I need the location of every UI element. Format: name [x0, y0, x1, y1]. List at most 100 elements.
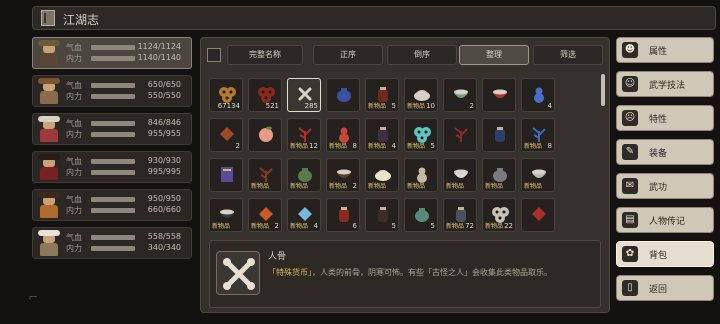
- sort-tab[interactable]: 完整名称: [227, 45, 303, 65]
- mp-bar: [91, 56, 135, 61]
- character-row[interactable]: 气血 846/846 内力 955/955: [32, 113, 192, 145]
- inventory-slot[interactable]: [443, 118, 477, 152]
- inventory-slot[interactable]: 6: [326, 198, 360, 232]
- inventory-slot[interactable]: 新物品: [365, 158, 399, 192]
- page-title: 江湖志: [63, 13, 100, 27]
- new-item-badge: 新物品: [290, 143, 309, 150]
- side-menu-button[interactable]: ▯ 返回: [616, 275, 714, 301]
- character-portrait-icon: [36, 116, 62, 142]
- hp-bar: [91, 121, 135, 126]
- inventory-slot[interactable]: 新物品 5: [365, 78, 399, 112]
- hp-bar: [91, 197, 135, 202]
- inventory-slot[interactable]: 新物品 12: [287, 118, 321, 152]
- inventory-slot[interactable]: 285: [287, 78, 321, 112]
- inventory-slot[interactable]: 新物品 10: [404, 78, 438, 112]
- inventory-slot[interactable]: [326, 78, 360, 112]
- side-menu-label: 返回: [649, 285, 668, 295]
- inventory-slot[interactable]: 4: [521, 78, 555, 112]
- inventory-slot[interactable]: 2: [443, 78, 477, 112]
- inventory-slot[interactable]: 新物品: [248, 158, 282, 192]
- mp-bar: [91, 208, 135, 213]
- hp-value: 950/950: [147, 194, 181, 203]
- sort-tab[interactable]: 筛选: [533, 45, 603, 65]
- item-tag: 「特殊货币」: [268, 268, 312, 277]
- inventory-slot[interactable]: 新物品: [443, 158, 477, 192]
- item-quantity: 5: [391, 102, 396, 110]
- item-icon: [221, 167, 233, 182]
- new-item-badge: 新物品: [407, 143, 426, 150]
- item-icon: [220, 127, 234, 141]
- character-row[interactable]: 气血 650/650 内力 550/550: [32, 75, 192, 107]
- side-menu-button[interactable]: ✉ 武功: [616, 173, 714, 199]
- full-name-checkbox[interactable]: [207, 48, 221, 62]
- inventory-slot[interactable]: 新物品 2: [248, 198, 282, 232]
- side-menu-button[interactable]: ✎ 装备: [616, 139, 714, 165]
- item-quantity: 285: [304, 102, 318, 110]
- item-desc-text: ，人类的前骨，阴寒可怖。有些「古怪之人」会收集此类物品取乐。: [312, 268, 552, 277]
- item-icon: [454, 127, 468, 142]
- new-item-badge: 新物品: [329, 183, 348, 190]
- inventory-slot[interactable]: 新物品 2: [326, 158, 360, 192]
- hp-value: 558/558: [147, 232, 181, 241]
- side-menu-label: 背包: [649, 251, 668, 261]
- martial-skill-icon: ☺: [622, 76, 638, 92]
- inventory-slot[interactable]: 新物品: [404, 158, 438, 192]
- inventory-slot[interactable]: [248, 118, 282, 152]
- inventory-slot[interactable]: 5: [404, 198, 438, 232]
- inventory-slot[interactable]: 新物品 8: [326, 118, 360, 152]
- inventory-slot[interactable]: 新物品 72: [443, 198, 477, 232]
- side-menu-button[interactable]: ☻ 属性: [616, 37, 714, 63]
- side-menu-button[interactable]: ▤ 人物传记: [616, 207, 714, 233]
- side-menu-button[interactable]: ✿ 背包: [616, 241, 714, 267]
- inventory-slot[interactable]: 新物品 5: [404, 118, 438, 152]
- inventory-slot[interactable]: 新物品 4: [365, 118, 399, 152]
- new-item-badge: 新物品: [251, 183, 270, 190]
- hp-bar: [91, 235, 135, 240]
- character-row[interactable]: 气血 558/558 内力 340/340: [32, 227, 192, 259]
- side-menu-button[interactable]: ☺ 武学技法: [616, 71, 714, 97]
- new-item-badge: 新物品: [368, 103, 387, 110]
- inventory-slot[interactable]: [482, 78, 516, 112]
- inventory-slot[interactable]: 67134: [209, 78, 243, 112]
- inventory-slot[interactable]: [521, 198, 555, 232]
- inventory-slot[interactable]: [482, 118, 516, 152]
- inventory-slot[interactable]: 新物品 8: [521, 118, 555, 152]
- inventory-slot[interactable]: [209, 158, 243, 192]
- new-item-badge: 新物品: [524, 183, 543, 190]
- inventory-slot[interactable]: 521: [248, 78, 282, 112]
- character-row[interactable]: 气血 930/930 内力 995/995: [32, 151, 192, 183]
- hp-value: 1124/1124: [137, 42, 181, 51]
- character-row[interactable]: 气血 1124/1124 内力 1140/1140: [32, 37, 192, 69]
- attributes-icon: ☻: [622, 42, 638, 58]
- sort-tab[interactable]: 整理: [459, 45, 529, 65]
- inventory-slot[interactable]: 新物品 22: [482, 198, 516, 232]
- inventory-scrollbar[interactable]: [601, 74, 605, 106]
- sort-tab[interactable]: 倒序: [387, 45, 457, 65]
- inventory-slot[interactable]: 新物品: [482, 158, 516, 192]
- inventory-slot[interactable]: 新物品: [209, 198, 243, 232]
- item-icon: [532, 207, 546, 221]
- side-menu-label: 人物传记: [649, 217, 686, 227]
- side-menu-button[interactable]: ☹ 特性: [616, 105, 714, 131]
- item-quantity: 4: [313, 222, 318, 230]
- new-item-badge: 新物品: [368, 183, 387, 190]
- item-quantity: 4: [547, 102, 552, 110]
- hp-value: 930/930: [147, 156, 181, 165]
- sort-tab[interactable]: 正序: [313, 45, 383, 65]
- inventory-slot[interactable]: 新物品 4: [287, 198, 321, 232]
- book-icon: ▤: [622, 212, 638, 228]
- new-item-badge: 新物品: [290, 223, 309, 230]
- inventory-slot[interactable]: 新物品: [287, 158, 321, 192]
- new-item-badge: 新物品: [524, 143, 543, 150]
- inventory-slot[interactable]: 5: [365, 198, 399, 232]
- character-row[interactable]: 气血 950/950 内力 660/660: [32, 189, 192, 221]
- inventory-slot[interactable]: 2: [209, 118, 243, 152]
- trait-icon: ☹: [622, 110, 638, 126]
- door-icon: ▯: [622, 280, 638, 296]
- new-item-badge: 新物品: [485, 223, 504, 230]
- item-quantity: 521: [265, 102, 279, 110]
- side-menu-label: 特性: [649, 115, 668, 125]
- inventory-slot[interactable]: 新物品: [521, 158, 555, 192]
- item-quantity: 8: [547, 142, 552, 150]
- new-item-badge: 新物品: [329, 143, 348, 150]
